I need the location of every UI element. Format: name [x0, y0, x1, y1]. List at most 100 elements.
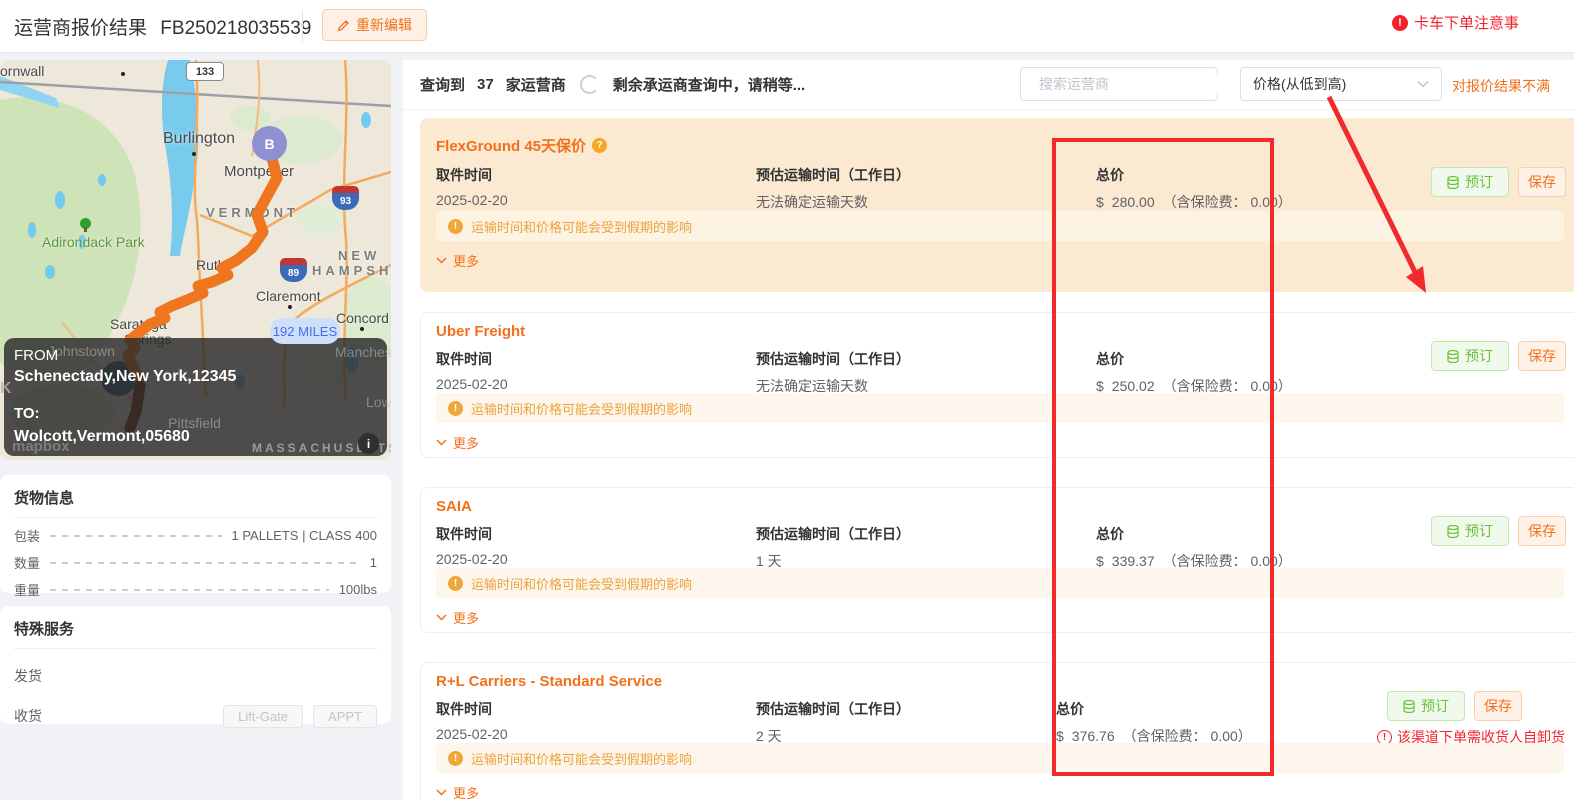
cargo-value: 100lbs	[339, 582, 377, 597]
from-label: FROM	[14, 347, 58, 364]
notice-text: 卡车下单注意事	[1414, 12, 1519, 33]
save-button[interactable]: 保存	[1518, 341, 1566, 371]
loading-spinner-icon	[580, 75, 599, 94]
pickup-column: 取件时间 2025-02-20	[436, 524, 508, 567]
leader-dashes	[50, 562, 360, 564]
price-column: 总价 $ 250.02 （含保险费： 0.00）	[1096, 349, 1292, 396]
order-number: FB250218035539	[160, 18, 311, 39]
map-info-icon[interactable]: i	[358, 433, 379, 454]
appt-tag: APPT	[313, 705, 377, 728]
truck-order-notice[interactable]: ! 卡车下单注意事	[1392, 12, 1519, 33]
pencil-icon	[337, 19, 350, 32]
receive-service-row: 收货 Lift-Gate APPT	[14, 703, 377, 729]
book-button[interactable]: 预订	[1387, 691, 1465, 721]
search-input[interactable]	[1037, 75, 1222, 93]
total-price: 250.02	[1112, 378, 1155, 394]
quote-card-flexground: FlexGround 45天保价 ? 取件时间 2025-02-20 预估运输时…	[420, 118, 1574, 292]
save-button[interactable]: 保存	[1518, 167, 1566, 197]
transit-column: 预估运输时间（工作日） 1 天	[756, 524, 910, 571]
save-button[interactable]: 保存	[1474, 691, 1522, 721]
cargo-label: 包装	[14, 526, 40, 545]
alert-icon: !	[1392, 15, 1408, 31]
carrier-name: R+L Carriers - Standard Service	[436, 673, 662, 690]
book-button[interactable]: 预订	[1431, 167, 1509, 197]
cargo-row-weight: 重量 100lbs	[14, 580, 377, 599]
chevron-down-icon	[436, 789, 447, 796]
carrier-name: Uber Freight	[436, 323, 525, 340]
insurance-note: （含保险费： 0.00）	[1163, 192, 1292, 212]
quote-card-uber-freight: Uber Freight 取件时间 2025-02-20 预估运输时间（工作日）…	[420, 312, 1574, 458]
holiday-warning: ! 运输时间和价格可能会受到假期的影响	[436, 568, 1564, 598]
transit-column: 预估运输时间（工作日） 2 天	[756, 699, 910, 746]
map-label-york: K	[0, 380, 15, 398]
cargo-label: 重量	[14, 580, 40, 599]
result-count: 37	[477, 76, 494, 93]
carrier-name: SAIA	[436, 498, 472, 515]
coins-icon	[1447, 176, 1459, 189]
map-label-lowell: Lowe	[366, 394, 391, 410]
from-address: Schenectady,New York,12345	[14, 368, 236, 386]
leader-dashes	[50, 535, 221, 537]
more-toggle[interactable]: 更多	[436, 783, 479, 800]
help-icon[interactable]: ?	[592, 138, 607, 153]
more-toggle[interactable]: 更多	[436, 608, 479, 627]
price-column: 总价 $ 280.00 （含保险费： 0.00）	[1096, 165, 1292, 212]
liftgate-tag: Lift-Gate	[223, 705, 303, 728]
reedit-label: 重新编辑	[356, 15, 412, 35]
transit-column: 预估运输时间（工作日） 无法确定运输天数	[756, 165, 910, 212]
cargo-value: 1 PALLETS | CLASS 400	[232, 528, 378, 543]
transit-column: 预估运输时间（工作日） 无法确定运输天数	[756, 349, 910, 396]
reedit-button[interactable]: 重新编辑	[322, 9, 427, 41]
pickup-column: 取件时间 2025-02-20	[436, 165, 508, 208]
result-suffix: 家运营商	[506, 74, 566, 95]
currency: $	[1096, 194, 1104, 210]
sort-value: 价格(从低到高)	[1253, 74, 1346, 94]
chevron-down-icon	[1417, 80, 1429, 88]
loading-text: 剩余承运商查询中，请稍等...	[613, 74, 806, 95]
title-divider	[302, 10, 303, 42]
more-toggle[interactable]: 更多	[436, 433, 479, 452]
warning-icon: !	[448, 219, 463, 234]
ship-label: 发货	[14, 666, 42, 686]
cargo-label: 数量	[14, 553, 40, 572]
quote-results-page: 运营商报价结果 FB250218035539 重新编辑 ! 卡车下单注意事	[0, 0, 1574, 800]
carrier-search	[1020, 67, 1218, 101]
cargo-row-quantity: 数量 1	[14, 553, 377, 572]
chevron-down-icon	[436, 439, 447, 446]
feedback-link[interactable]: 对报价结果不满	[1452, 76, 1550, 96]
quotes-panel: 查询到 37 家运营商 剩余承运商查询中，请稍等... 价格(从低到高) 对报价	[403, 60, 1574, 800]
price-column: 总价 $ 339.37 （含保险费： 0.00）	[1096, 524, 1292, 571]
more-toggle[interactable]: 更多	[436, 251, 479, 270]
holiday-warning: ! 运输时间和价格可能会受到假期的影响	[436, 211, 1564, 241]
warning-icon: !	[448, 751, 463, 766]
save-button[interactable]: 保存	[1518, 516, 1566, 546]
cargo-row-packing: 包装 1 PALLETS | CLASS 400	[14, 526, 377, 545]
book-button[interactable]: 预订	[1431, 341, 1509, 371]
total-price: 339.37	[1112, 553, 1155, 569]
chevron-down-icon	[436, 614, 447, 621]
price-column: 总价 $ 376.76 （含保险费： 0.00）	[1056, 699, 1252, 746]
cargo-info-card: 货物信息 包装 1 PALLETS | CLASS 400 数量 1 重量 10…	[0, 475, 391, 593]
special-services-card: 特殊服务 发货 收货 Lift-Gate APPT	[0, 606, 391, 724]
leader-dashes	[50, 589, 329, 591]
carrier-name: FlexGround 45天保价 ?	[436, 135, 607, 156]
quote-card-rl-carriers: R+L Carriers - Standard Service 取件时间 202…	[420, 662, 1574, 800]
result-prefix: 查询到	[420, 74, 465, 95]
chevron-down-icon	[436, 257, 447, 264]
pickup-column: 取件时间 2025-02-20	[436, 699, 508, 742]
coins-icon	[1403, 700, 1415, 713]
warning-icon: !	[448, 576, 463, 591]
to-label: TO:	[14, 405, 40, 422]
coins-icon	[1447, 525, 1459, 538]
cargo-value: 1	[370, 555, 377, 570]
ship-service-row: 发货	[14, 663, 377, 689]
currency: $	[1096, 378, 1104, 394]
top-bar: 运营商报价结果 FB250218035539 重新编辑 ! 卡车下单注意事	[0, 0, 1574, 53]
distance-badge: 192 MILES	[270, 318, 340, 344]
special-title: 特殊服务	[14, 618, 377, 649]
sort-select[interactable]: 价格(从低到高)	[1240, 67, 1442, 101]
cargo-title: 货物信息	[14, 487, 377, 518]
result-summary: 查询到 37 家运营商 剩余承运商查询中，请稍等...	[420, 74, 805, 95]
book-button[interactable]: 预订	[1431, 516, 1509, 546]
route-map[interactable]: ornwall 133 Burlington Montpelier VERMON…	[0, 60, 391, 460]
